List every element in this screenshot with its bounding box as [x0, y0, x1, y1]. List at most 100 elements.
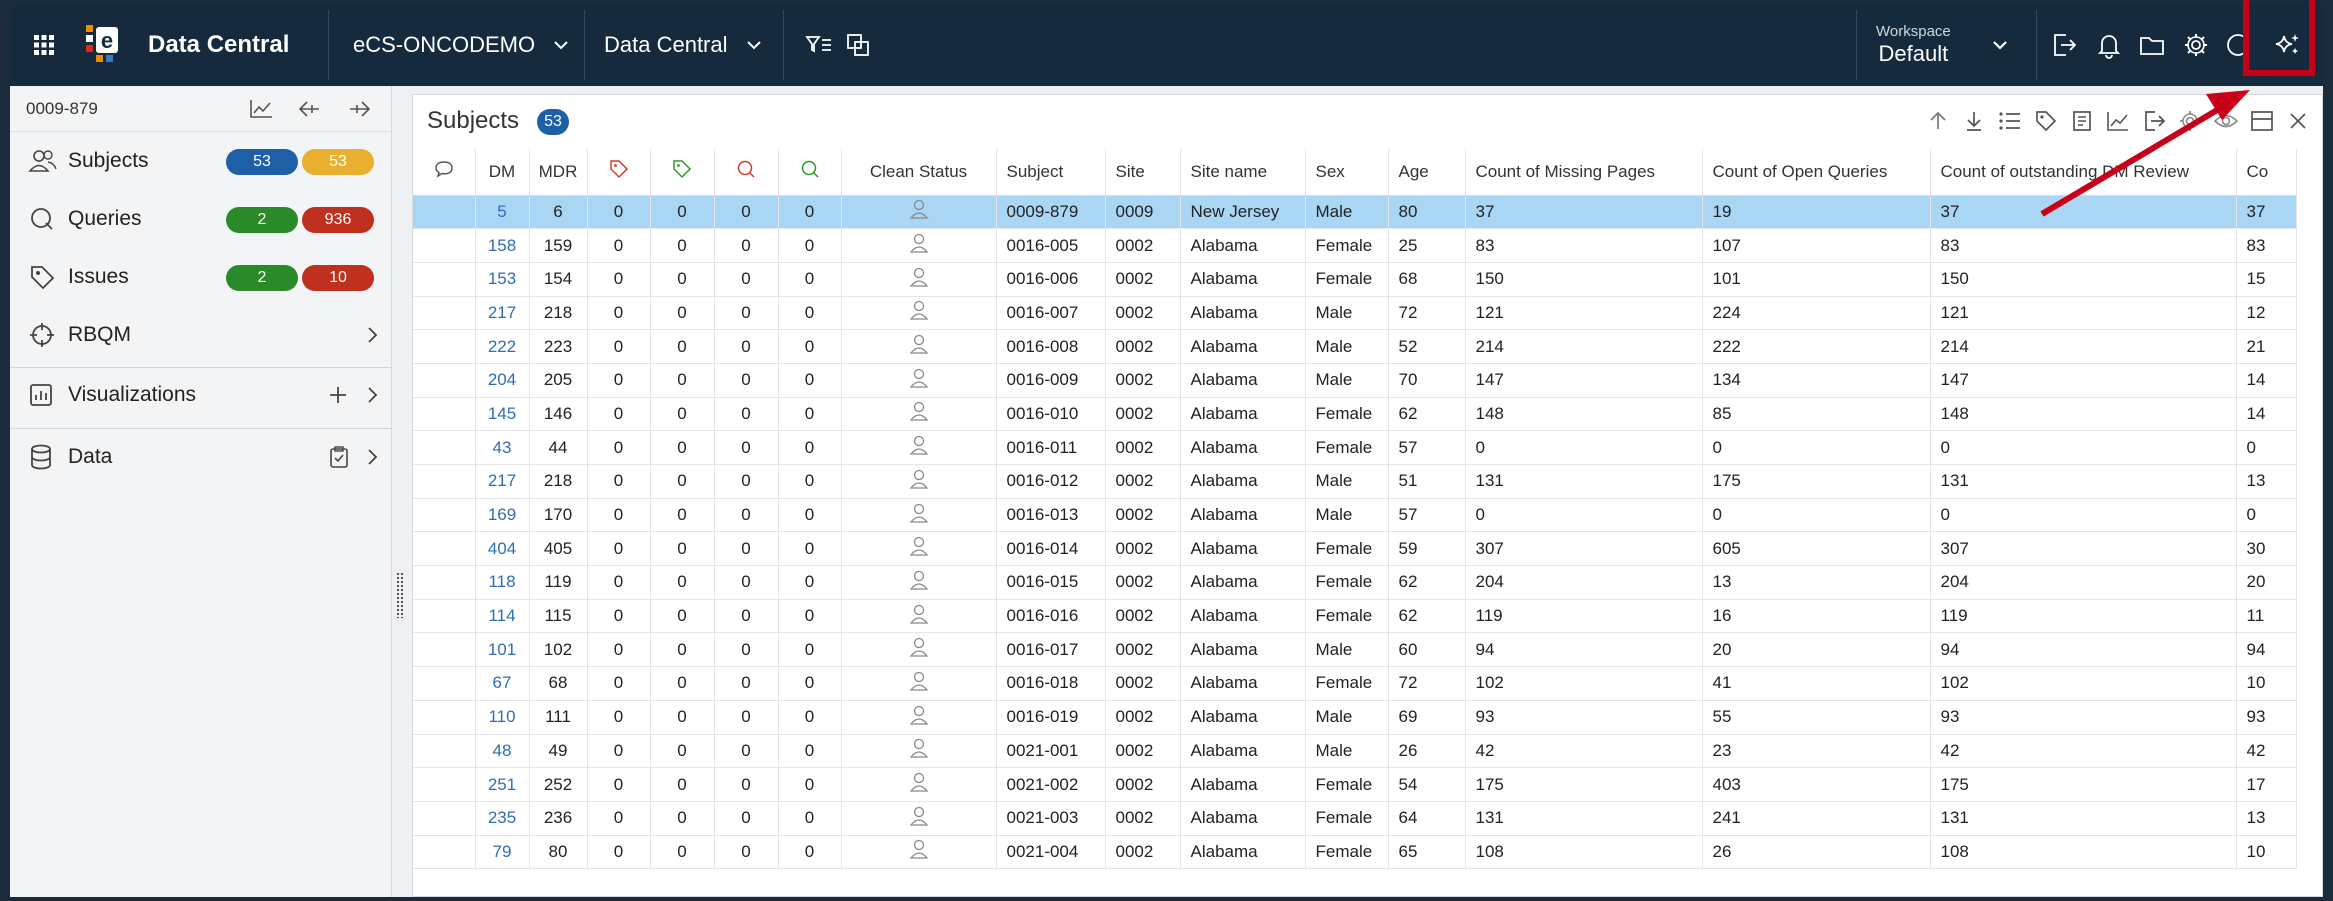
table-row[interactable]: 101 102 0 0 0 0 0016-017 0002 Alabama Male 60 94 20 9… — [413, 632, 2297, 668]
comment-cell[interactable] — [413, 835, 476, 870]
comment-cell[interactable] — [413, 565, 476, 600]
comment-cell[interactable] — [413, 464, 476, 499]
table-row[interactable]: 153 154 0 0 0 0 0016-006 0002 Alabama Female 68 150… — [413, 262, 2297, 297]
dm-cell[interactable]: 217 — [475, 464, 530, 499]
add-visualization-icon[interactable] — [328, 385, 348, 405]
chart-line-icon[interactable] — [2104, 107, 2132, 135]
comment-cell[interactable] — [413, 767, 476, 802]
sidebar-item-rbqm[interactable]: RBQM — [10, 306, 392, 364]
sidebar-item-queries[interactable]: Queries 2 936 — [10, 190, 392, 248]
table-row[interactable]: 217 218 0 0 0 0 0016-012 0002 Alabama Male 51 131 17… — [413, 464, 2297, 499]
closed-queries-column-header[interactable] — [778, 149, 842, 196]
sidebar-item-subjects[interactable]: Subjects 53 53 — [10, 132, 392, 190]
column-header[interactable]: Site — [1105, 149, 1181, 196]
table-row[interactable]: 110 111 0 0 0 0 0016-019 0002 Alabama Male 69 93 55 9… — [413, 700, 2297, 735]
dm-cell[interactable]: 251 — [475, 767, 530, 802]
comment-cell[interactable] — [413, 531, 476, 567]
open-queries-column-header[interactable] — [714, 149, 779, 196]
column-header[interactable]: Age — [1388, 149, 1466, 196]
dm-cell[interactable]: 79 — [475, 835, 530, 870]
eye-icon[interactable] — [2212, 107, 2240, 135]
download-icon[interactable] — [1960, 107, 1988, 135]
comment-cell[interactable] — [413, 801, 476, 836]
folder-icon[interactable] — [2138, 4, 2166, 86]
comment-column-header[interactable] — [413, 149, 476, 196]
gear-icon[interactable] — [2182, 4, 2210, 86]
table-row[interactable]: 118 119 0 0 0 0 0016-015 0002 Alabama Female 62 204… — [413, 565, 2297, 600]
tag-icon[interactable] — [2032, 107, 2060, 135]
dm-cell[interactable]: 222 — [475, 329, 530, 364]
next-arrow-icon[interactable] — [346, 98, 372, 120]
column-header[interactable]: MDR — [529, 149, 588, 196]
sidebar-item-visualizations[interactable]: Visualizations — [10, 366, 392, 424]
filter-list-icon[interactable] — [805, 4, 833, 86]
comment-cell[interactable] — [413, 599, 476, 634]
comment-cell[interactable] — [413, 430, 476, 465]
close-icon[interactable] — [2284, 107, 2312, 135]
table-row[interactable]: 235 236 0 0 0 0 0021-003 0002 Alabama Female 64 131… — [413, 801, 2297, 836]
workspace-selector[interactable]: Workspace Default — [1876, 4, 1951, 86]
export-icon[interactable] — [2050, 4, 2078, 86]
comment-cell[interactable] — [413, 296, 476, 331]
split-view-icon[interactable] — [2248, 107, 2276, 135]
dm-cell[interactable]: 5 — [475, 195, 530, 230]
closed-issues-column-header[interactable] — [650, 149, 715, 196]
table-row[interactable]: 222 223 0 0 0 0 0016-008 0002 Alabama Male 52 214 22… — [413, 329, 2297, 364]
bell-icon[interactable] — [2096, 4, 2122, 86]
dm-cell[interactable]: 153 — [475, 262, 530, 297]
table-row[interactable]: 404 405 0 0 0 0 0016-014 0002 Alabama Female 59 307… — [413, 531, 2297, 567]
sidebar-item-data[interactable]: Data — [10, 428, 392, 486]
comment-cell[interactable] — [413, 397, 476, 432]
dm-cell[interactable]: 217 — [475, 296, 530, 331]
previous-arrow-icon[interactable] — [297, 98, 323, 120]
upload-icon[interactable] — [1924, 107, 1952, 135]
column-header[interactable]: DM — [475, 149, 530, 196]
comment-cell[interactable] — [413, 700, 476, 735]
export-icon[interactable] — [2140, 107, 2168, 135]
column-header[interactable]: Subject — [996, 149, 1106, 196]
comment-cell[interactable] — [413, 195, 476, 230]
dm-cell[interactable]: 110 — [475, 700, 530, 735]
gear-icon[interactable] — [2176, 107, 2204, 135]
dm-cell[interactable]: 118 — [475, 565, 530, 600]
dm-cell[interactable]: 114 — [475, 599, 530, 634]
table-row[interactable]: 158 159 0 0 0 0 0016-005 0002 Alabama Female 25 83 1… — [413, 228, 2297, 263]
column-header[interactable]: Clean Status — [841, 149, 997, 196]
copy-layers-icon[interactable] — [845, 4, 871, 86]
comment-cell[interactable] — [413, 632, 476, 668]
module-dropdown[interactable]: Data Central — [604, 4, 762, 86]
comment-cell[interactable] — [413, 666, 476, 701]
table-row[interactable]: 48 49 0 0 0 0 0021-001 0002 Alabama Male 26 42 23 42 4… — [413, 734, 2297, 769]
table-row[interactable]: 79 80 0 0 0 0 0021-004 0002 Alabama Female 65 108 26… — [413, 835, 2297, 870]
open-issues-column-header[interactable] — [587, 149, 651, 196]
report-icon[interactable] — [2068, 107, 2096, 135]
comment-cell[interactable] — [413, 734, 476, 769]
column-header[interactable]: Co — [2236, 149, 2297, 196]
column-header[interactable]: Sex — [1305, 149, 1389, 196]
column-header[interactable]: Site name — [1180, 149, 1306, 196]
table-row[interactable]: 204 205 0 0 0 0 0016-009 0002 Alabama Male 70 147 13… — [413, 363, 2297, 398]
comment-cell[interactable] — [413, 363, 476, 398]
dm-cell[interactable]: 404 — [475, 531, 530, 567]
table-row[interactable]: 5 6 0 0 0 0 0009-879 0009 New Jersey Male 80 37 19 37… — [413, 195, 2297, 230]
comment-cell[interactable] — [413, 228, 476, 263]
dm-cell[interactable]: 145 — [475, 397, 530, 432]
comment-cell[interactable] — [413, 329, 476, 364]
table-row[interactable]: 114 115 0 0 0 0 0016-016 0002 Alabama Female 62 119… — [413, 599, 2297, 634]
comment-cell[interactable] — [413, 262, 476, 297]
resize-handle[interactable] — [396, 572, 404, 618]
comment-cell[interactable] — [413, 498, 476, 533]
table-row[interactable]: 251 252 0 0 0 0 0021-002 0002 Alabama Female 54 175… — [413, 767, 2297, 802]
dm-cell[interactable]: 158 — [475, 228, 530, 263]
dm-cell[interactable]: 43 — [475, 430, 530, 465]
table-row[interactable]: 145 146 0 0 0 0 0016-010 0002 Alabama Female 62 148… — [413, 397, 2297, 432]
column-header[interactable]: Count of Open Queries — [1702, 149, 1931, 196]
dm-cell[interactable]: 101 — [475, 632, 530, 668]
list-icon[interactable] — [1996, 107, 2024, 135]
table-row[interactable]: 169 170 0 0 0 0 0016-013 0002 Alabama Male 57 0 0 0 0 — [413, 498, 2297, 533]
dm-cell[interactable]: 48 — [475, 734, 530, 769]
workspace-chevron-down-icon[interactable] — [1992, 4, 2008, 86]
dm-cell[interactable]: 235 — [475, 801, 530, 836]
apps-grid-icon[interactable] — [32, 4, 56, 86]
column-header[interactable]: Count of Missing Pages — [1465, 149, 1703, 196]
